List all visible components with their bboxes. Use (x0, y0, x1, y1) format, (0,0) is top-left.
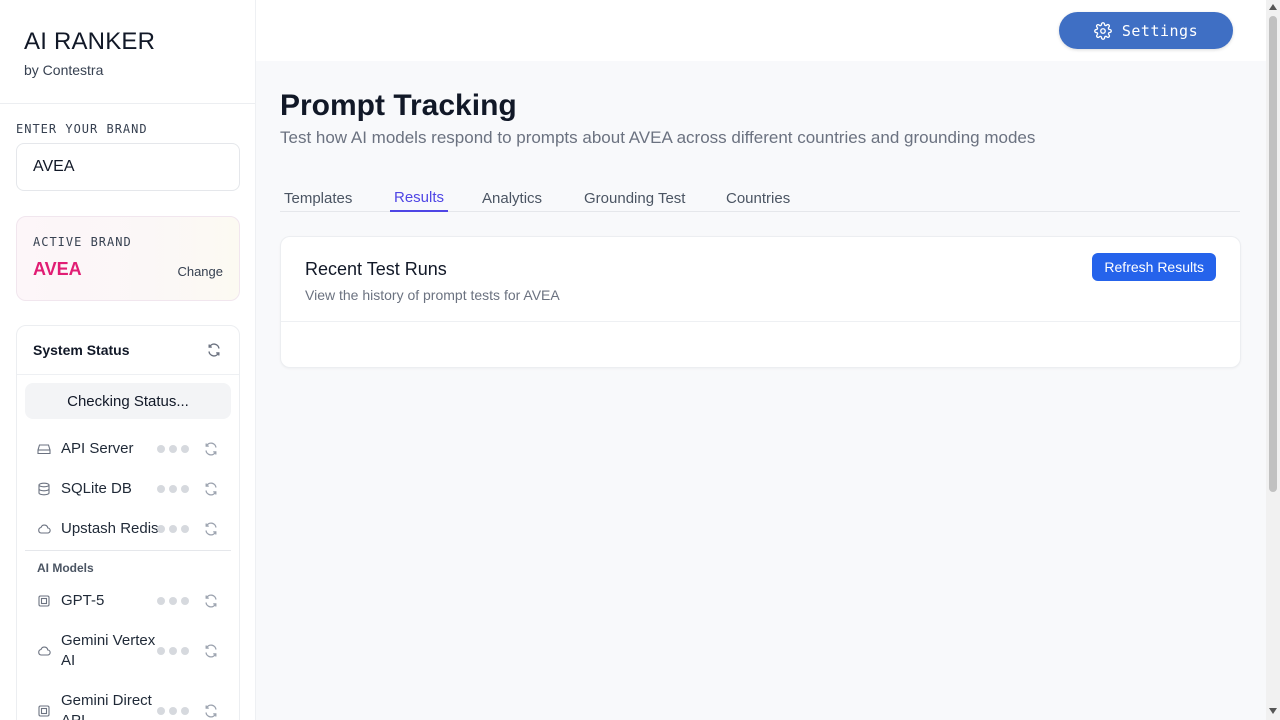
service-row-upstash-redis: Upstash Redis (17, 509, 239, 549)
ai-models-label: AI Models (37, 561, 94, 575)
refresh-icon[interactable] (202, 480, 220, 498)
chip-icon (37, 594, 51, 608)
loading-dots (157, 707, 189, 715)
divider (281, 321, 1240, 322)
model-label: Gemini Vertex AI (61, 632, 156, 669)
loading-dots (157, 485, 189, 493)
tab-analytics[interactable]: Analytics (478, 184, 546, 212)
scroll-down-arrow-icon[interactable] (1269, 708, 1277, 714)
brand-input[interactable] (16, 143, 240, 191)
tab-countries[interactable]: Countries (722, 184, 794, 212)
settings-button[interactable]: Settings (1059, 12, 1233, 49)
settings-label: Settings (1121, 21, 1199, 40)
app-subtitle: by Contestra (24, 62, 104, 78)
change-brand-button[interactable]: Change (177, 264, 223, 279)
active-brand-card: ACTIVE BRAND AVEA Change (16, 216, 240, 301)
tab-results[interactable]: Results (390, 184, 449, 212)
refresh-icon[interactable] (202, 702, 220, 720)
loading-dots (157, 525, 189, 533)
chip-icon (37, 704, 51, 718)
scroll-up-arrow-icon[interactable] (1269, 4, 1277, 10)
system-status-title: System Status (33, 342, 130, 358)
model-row-gemini-vertex: Gemini Vertex AI (17, 631, 239, 671)
loading-dots (157, 647, 189, 655)
model-label: Gemini Direct API (61, 692, 152, 720)
refresh-icon[interactable] (202, 520, 220, 538)
tab-bar: Templates Results Analytics Grounding Te… (280, 173, 1240, 212)
page-title: Prompt Tracking (280, 89, 517, 122)
active-brand-label: ACTIVE BRAND (33, 235, 132, 249)
loading-dots (157, 597, 189, 605)
refresh-icon[interactable] (202, 440, 220, 458)
service-row-sqlite: SQLite DB (17, 469, 239, 509)
scrollbar[interactable] (1266, 0, 1280, 720)
cloud-icon (37, 522, 51, 536)
tab-grounding-test[interactable]: Grounding Test (580, 184, 689, 212)
active-brand-name: AVEA (33, 259, 82, 279)
system-status-header: System Status (17, 326, 239, 375)
gear-icon (1094, 21, 1112, 40)
recent-runs-subtitle: View the history of prompt tests for AVE… (305, 287, 560, 303)
model-row-gemini-direct: Gemini Direct API (17, 691, 239, 720)
service-label: SQLite DB (61, 480, 132, 497)
database-icon (37, 482, 51, 496)
refresh-results-button[interactable]: Refresh Results (1092, 253, 1216, 281)
scrollbar-thumb[interactable] (1269, 16, 1277, 492)
service-label: Upstash Redis (61, 520, 159, 537)
tab-templates[interactable]: Templates (280, 184, 356, 212)
divider (25, 550, 231, 551)
recent-runs-card: Recent Test Runs View the history of pro… (280, 236, 1241, 368)
checking-status-button[interactable]: Checking Status... (25, 383, 231, 419)
service-label: API Server (61, 440, 134, 457)
refresh-icon[interactable] (202, 592, 220, 610)
main-content: Prompt Tracking Test how AI models respo… (256, 61, 1266, 720)
recent-runs-title: Recent Test Runs (305, 259, 447, 279)
system-status-card: System Status Checking Status... API Ser… (16, 325, 240, 720)
cloud-icon (37, 644, 51, 658)
sidebar: AI RANKER by Contestra ENTER YOUR BRAND … (0, 0, 256, 720)
app-brand: AI RANKER by Contestra (0, 0, 255, 104)
model-label: GPT-5 (61, 592, 105, 609)
enter-brand-label: ENTER YOUR BRAND (16, 122, 148, 136)
refresh-icon[interactable] (205, 341, 223, 359)
service-row-api-server: API Server (17, 429, 239, 469)
page-subtitle: Test how AI models respond to prompts ab… (280, 128, 1036, 147)
refresh-icon[interactable] (202, 642, 220, 660)
server-icon (37, 442, 51, 456)
app-title: AI RANKER (24, 28, 156, 55)
model-row-gpt5: GPT-5 (17, 581, 239, 621)
loading-dots (157, 445, 189, 453)
